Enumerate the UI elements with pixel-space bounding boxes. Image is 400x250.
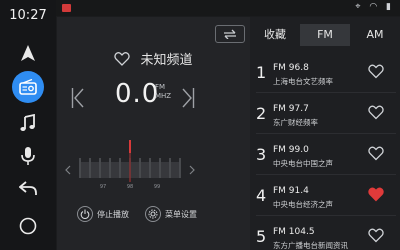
microphone-button[interactable] [12,140,44,172]
next-station-icon[interactable] [181,87,195,109]
music-button[interactable] [12,107,44,139]
navigation-icon [21,45,35,61]
notification-icon [62,4,71,12]
station-frequency: FM 97.7 [273,104,309,114]
tuning-dial[interactable]: 97 98 99 [65,134,195,192]
station-list-panel: 收藏 FM AM 1 FM 96.8 上海电台文艺频率 2 FM 97.7 东广财经频率 3… [250,17,400,250]
heart-outline-icon[interactable] [368,63,384,79]
row-divider [256,174,396,175]
station-number: 1 [256,63,267,82]
player-panel: 未知频道 0.0 FM MHZ 97 98 99 停止播放 菜单设置 [57,17,250,250]
row-divider [256,92,396,93]
dial-needle [129,140,131,153]
location-icon: ⌖ [355,2,364,12]
heart-outline-icon[interactable] [368,227,384,243]
station-list-item[interactable]: 4 FM 91.4 中央电台经济之声 [250,180,400,216]
band-label: FM [155,83,166,91]
station-frequency: FM 99.0 [273,145,309,155]
station-title-row: 未知频道 [57,48,250,68]
microphone-icon [21,147,35,165]
stop-playback-button[interactable]: 停止播放 [77,205,139,223]
heart-outline-icon[interactable] [368,145,384,161]
station-number: 2 [256,104,267,123]
row-divider [256,215,396,216]
app-rail: 10:27 [0,0,56,250]
station-name: 东方广播电台新闻资讯 [273,241,348,250]
favorite-heart-icon[interactable] [114,51,131,66]
band-tabs: 收藏 FM AM [250,24,400,46]
station-number: 3 [256,145,267,164]
switch-source-button[interactable] [215,25,245,43]
radio-button[interactable] [12,71,44,103]
heart-outline-icon[interactable] [368,104,384,120]
station-frequency: FM 104.5 [273,227,315,237]
station-name: 上海电台文艺频率 [273,77,333,86]
station-list-item[interactable]: 5 FM 104.5 东方广播电台新闻资讯 [250,221,400,250]
tab-am[interactable]: AM [350,24,400,46]
frequency-row: 0.0 FM MHZ [57,77,250,117]
wifi-icon: ◠ [369,2,381,12]
back-icon [19,181,37,195]
previous-station-icon[interactable] [71,87,85,109]
music-icon [20,114,35,131]
heart-filled-icon[interactable] [368,186,384,202]
unit-label: MHZ [155,92,172,100]
frequency-value: 0.0 [115,79,160,109]
station-number: 4 [256,186,267,205]
dial-label: 99 [154,184,160,190]
tab-favorites[interactable]: 收藏 [250,24,300,46]
station-name: 中央电台经济之声 [273,200,333,209]
station-name: 东广财经频率 [273,118,318,127]
navigation-button[interactable] [12,37,44,69]
station-frequency: FM 91.4 [273,186,309,196]
signal-icon: ▮ [386,2,394,12]
dial-label: 98 [127,184,133,190]
status-icons: ⌖ ◠ ▮ [355,2,394,12]
station-list-item[interactable]: 1 FM 96.8 上海电台文艺频率 [250,57,400,93]
station-name: 中央电台中国之声 [273,159,333,168]
frequency-unit: FM MHZ [155,83,171,101]
power-icon [77,206,93,222]
switch-icon [224,29,236,39]
home-icon [19,217,37,235]
menu-settings-label: 菜单设置 [165,209,197,219]
gear-icon [145,206,161,222]
status-bar: ⌖ ◠ ▮ [0,0,400,16]
station-frequency: FM 96.8 [273,63,309,73]
tab-fm[interactable]: FM [300,24,350,46]
row-divider [256,133,396,134]
station-list-item[interactable]: 3 FM 99.0 中央电台中国之声 [250,139,400,175]
radio-icon [19,79,37,95]
home-button[interactable] [12,210,44,242]
back-button[interactable] [12,172,44,204]
menu-settings-button[interactable]: 菜单设置 [145,205,207,223]
station-number: 5 [256,227,267,246]
station-name: 未知频道 [140,52,193,68]
station-list-item[interactable]: 2 FM 97.7 东广财经频率 [250,98,400,134]
stop-playback-label: 停止播放 [97,209,129,219]
dial-label: 97 [100,184,106,190]
clock: 10:27 [9,8,47,23]
